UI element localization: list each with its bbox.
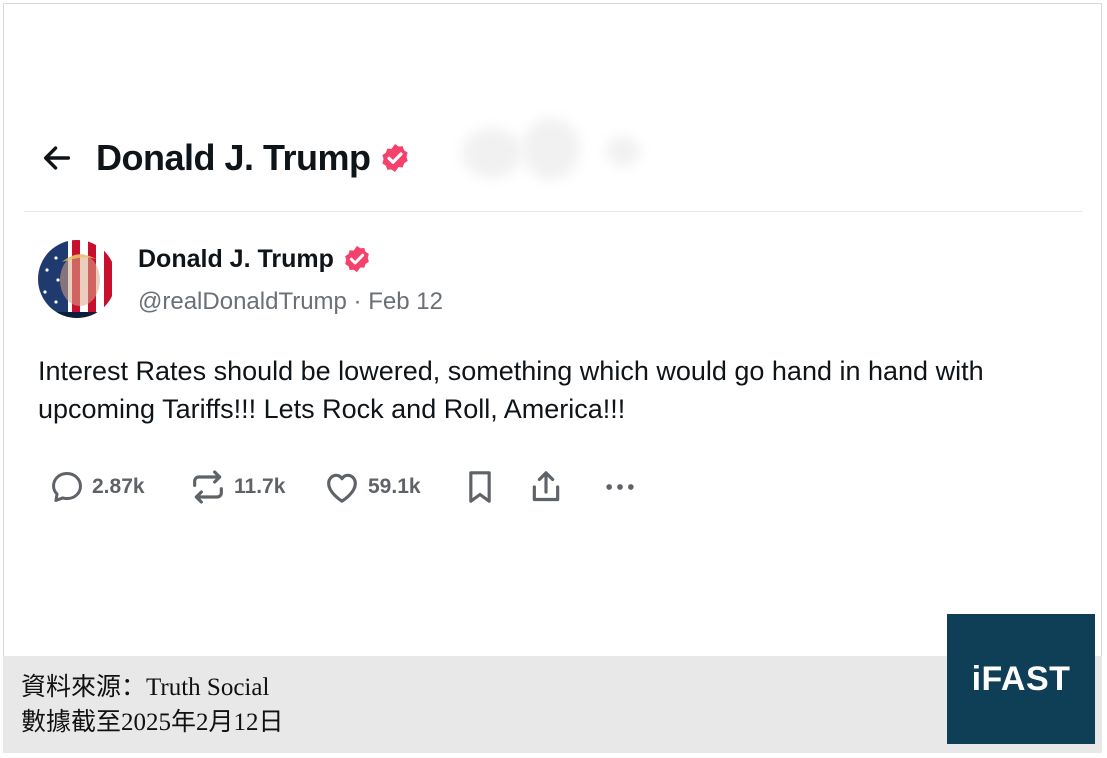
author-name[interactable]: Donald J. Trump [138,245,334,274]
verified-badge-icon [344,245,369,273]
repost-button[interactable]: 11.7k [188,467,322,507]
more-options-icon [606,484,634,490]
profile-header: Donald J. Trump [40,133,411,183]
logo-text: iFAST [971,659,1071,698]
bookmark-button[interactable] [460,467,526,507]
avatar[interactable] [38,240,116,318]
post-actions: 2.87k 11.7k 59.1k [48,466,644,508]
author-handle-date: @realDonaldTrump · Feb 12 [138,288,443,315]
blurred-icon [606,136,640,166]
reply-count: 2.87k [92,475,145,498]
bookmark-icon [469,471,491,503]
post-text: Interest Rates should be lowered, someth… [38,356,984,424]
arrow-left-icon[interactable] [40,141,74,175]
share-button[interactable] [526,467,600,507]
source-text: 資料來源：Truth Social [21,674,270,701]
header-divider [24,211,1082,212]
repost-icon [193,470,223,504]
comment-icon [52,472,82,502]
post-author: Donald J. Trump [138,244,372,274]
share-icon [532,471,560,502]
source-footer: 資料來源：Truth Social 數據截至2025年2月12日 [3,656,1102,753]
blurred-icon [462,128,522,178]
heart-icon [327,473,357,503]
verified-badge-icon [381,144,408,172]
like-count: 59.1k [368,475,421,498]
page-title: Donald J. Trump [96,137,371,178]
blurred-icon [522,118,580,180]
reply-button[interactable]: 2.87k [48,468,188,506]
like-button[interactable]: 59.1k [322,467,460,507]
ifast-logo: iFAST [947,614,1095,744]
data-date-note: 數據截至2025年2月12日 [21,709,284,736]
repost-count: 11.7k [234,475,286,498]
more-options-button[interactable] [600,467,644,507]
